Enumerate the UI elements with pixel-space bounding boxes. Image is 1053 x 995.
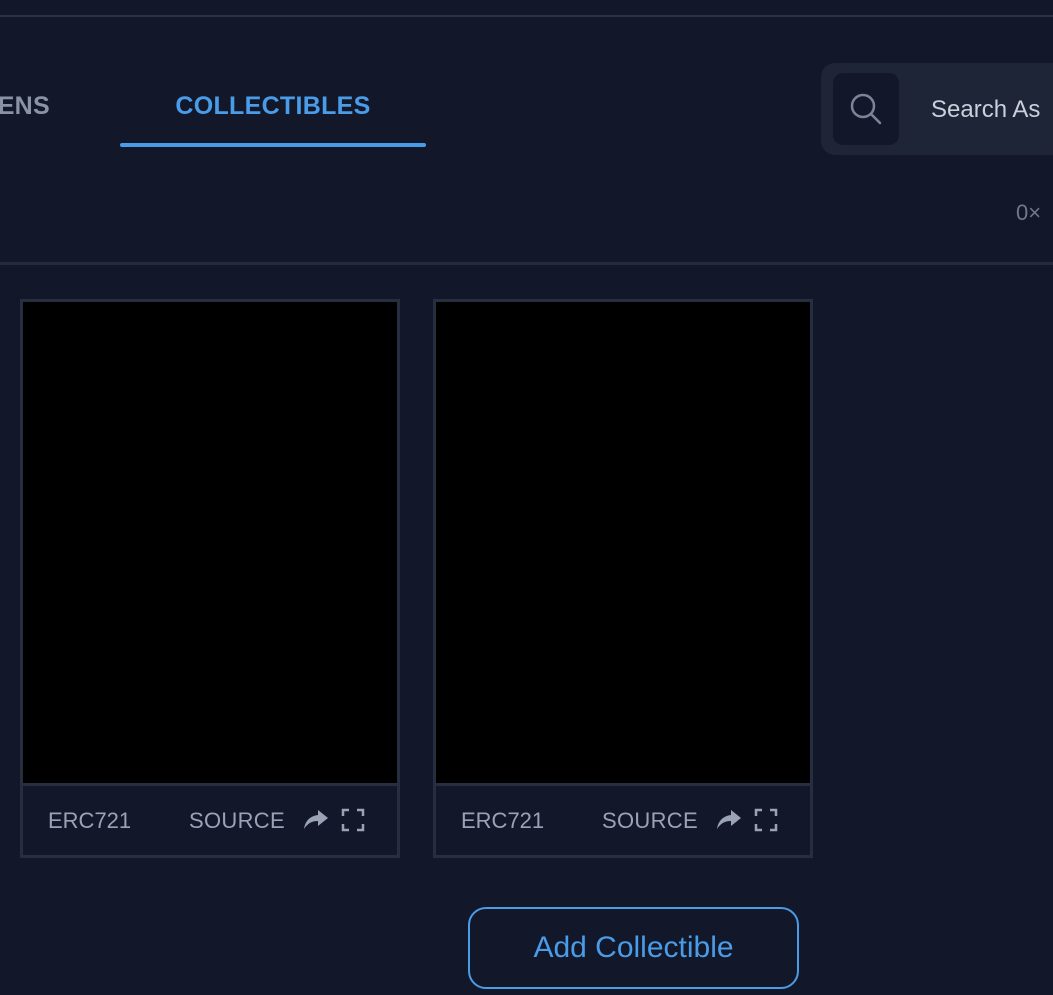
card-footer: ERC721 SOURCE bbox=[23, 786, 397, 855]
expand-icon[interactable] bbox=[341, 808, 365, 832]
search-input[interactable]: Search As bbox=[931, 96, 1040, 124]
token-standard-label: ERC721 bbox=[461, 808, 545, 833]
collectible-image[interactable] bbox=[23, 302, 397, 786]
collectible-image[interactable] bbox=[436, 302, 810, 786]
tab-collectibles[interactable]: COLLECTIBLES bbox=[120, 92, 426, 121]
collectible-card[interactable]: ERC721 SOURCE bbox=[433, 299, 813, 858]
active-tab-indicator bbox=[120, 143, 426, 147]
token-standard-label: ERC721 bbox=[48, 808, 132, 833]
source-link[interactable]: SOURCE bbox=[602, 808, 698, 834]
section-divider bbox=[0, 262, 1053, 265]
share-icon[interactable] bbox=[716, 808, 742, 832]
top-divider bbox=[0, 15, 1053, 17]
search-button[interactable] bbox=[833, 73, 899, 145]
card-footer: ERC721 SOURCE bbox=[436, 786, 810, 855]
wallet-address: 0× bbox=[1016, 200, 1042, 225]
add-collectible-button[interactable]: Add Collectible bbox=[468, 907, 799, 989]
tab-tokens[interactable]: ENS bbox=[0, 92, 50, 121]
search-box[interactable]: Search As bbox=[821, 63, 1053, 155]
share-icon[interactable] bbox=[303, 808, 329, 832]
expand-icon[interactable] bbox=[754, 808, 778, 832]
source-link[interactable]: SOURCE bbox=[189, 808, 285, 834]
search-icon bbox=[850, 93, 882, 125]
collectible-card[interactable]: ERC721 SOURCE bbox=[20, 299, 400, 858]
